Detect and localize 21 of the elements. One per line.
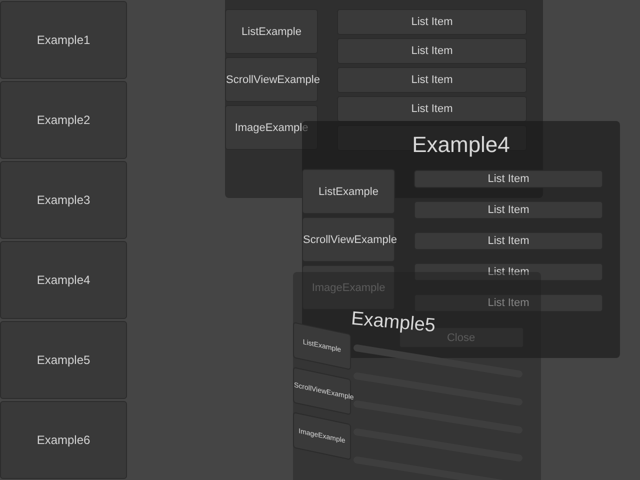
nav-button[interactable]: ListExample	[225, 9, 318, 54]
list-item[interactable]: List Item	[337, 67, 527, 93]
sidebar-button[interactable]: Example5	[0, 321, 127, 399]
list-item[interactable]: List Item	[337, 38, 527, 64]
sidebar-button[interactable]: Example2	[0, 81, 127, 159]
list-item[interactable]: List Item	[414, 232, 603, 250]
sidebar-button[interactable]: Example6	[0, 401, 127, 479]
list-item[interactable]: List Item	[414, 201, 603, 219]
nav-button[interactable]: ScrollViewExample	[302, 217, 395, 262]
list-item[interactable]: List Item	[337, 9, 527, 35]
nav-button[interactable]: ListExample	[302, 169, 395, 214]
list-item[interactable]: List Item	[337, 96, 527, 122]
list-item[interactable]: List Item	[414, 170, 603, 188]
sidebar-button[interactable]: Example1	[0, 1, 127, 79]
nav-button[interactable]: ScrollViewExample	[225, 57, 318, 102]
nav-button[interactable]: ImageExample	[225, 105, 318, 150]
list-item[interactable]: List Item	[414, 294, 603, 312]
sidebar-button[interactable]: Example4	[0, 241, 127, 319]
list-item[interactable]: List Item	[414, 263, 603, 281]
window-title: Example4	[412, 132, 510, 158]
sidebar-button[interactable]: Example3	[0, 161, 127, 239]
